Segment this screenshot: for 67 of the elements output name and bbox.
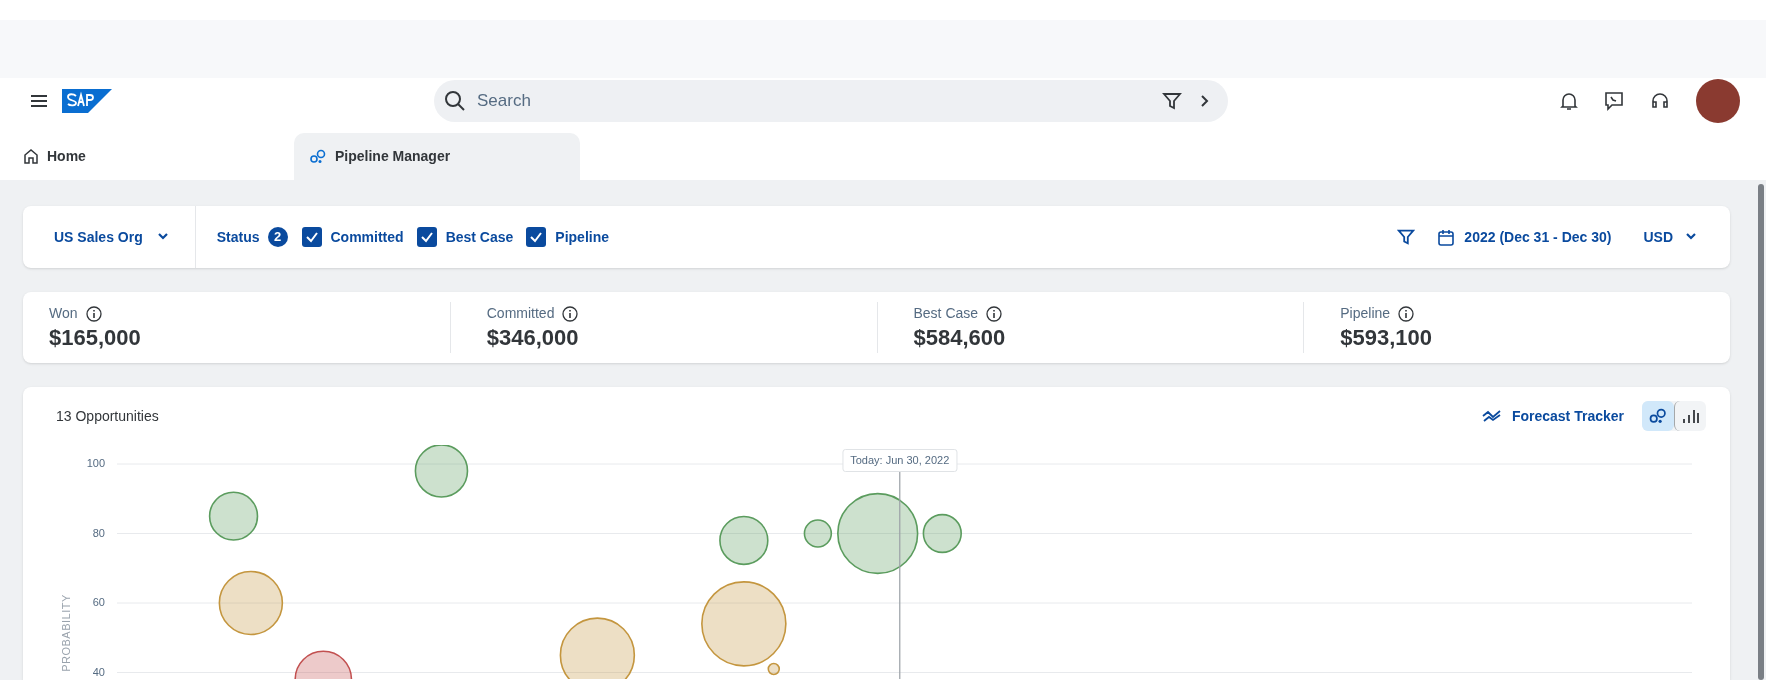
filter-icon[interactable] — [1397, 228, 1416, 246]
kpi-value: $346,000 — [486, 324, 580, 352]
trend-icon — [1481, 410, 1502, 422]
checkbox-label[interactable]: Committed — [330, 226, 404, 248]
opportunity-bubble[interactable] — [208, 491, 259, 541]
info-icon[interactable] — [1398, 305, 1415, 322]
opportunity-bubble[interactable] — [701, 581, 787, 667]
chevron-down-icon — [1685, 233, 1697, 241]
opportunity-bubble[interactable] — [294, 650, 353, 679]
checkmark-icon — [304, 231, 319, 243]
headset-icon[interactable] — [1650, 91, 1670, 111]
calendar-icon — [1438, 228, 1455, 246]
checkbox-label[interactable]: Best Case — [445, 226, 514, 248]
tab[interactable]: Pipeline Manager — [294, 133, 580, 180]
bubbles-icon — [1649, 408, 1667, 424]
opportunity-bubble[interactable] — [218, 570, 284, 636]
scrollbar[interactable] — [1758, 184, 1764, 680]
y-tick-label: 80 — [92, 526, 105, 539]
opportunity-bubble[interactable] — [414, 445, 469, 498]
y-axis-title: PROBABILITY — [60, 594, 72, 672]
checkmark-icon — [529, 231, 544, 243]
search-bar[interactable]: Search — [434, 80, 1228, 122]
bubbles-icon — [310, 149, 326, 164]
info-icon[interactable] — [986, 305, 1003, 322]
opportunity-bubble[interactable] — [767, 662, 781, 676]
info-icon[interactable] — [562, 305, 579, 322]
status-count-badge: 2 — [267, 227, 288, 247]
menu-icon[interactable] — [30, 94, 48, 108]
y-tick-label: 40 — [92, 665, 105, 678]
chat-icon[interactable] — [1604, 91, 1624, 111]
forecast-tracker-link[interactable]: Forecast Tracker — [1481, 405, 1624, 427]
checkbox-label[interactable]: Pipeline — [555, 226, 609, 248]
opportunity-count: 13 Opportunities — [56, 406, 159, 426]
bell-icon[interactable] — [1560, 91, 1578, 111]
checkbox[interactable] — [301, 227, 322, 247]
checkmark-icon — [419, 231, 434, 243]
sap-logo[interactable] — [62, 89, 112, 113]
status-label: Status — [216, 227, 260, 247]
today-label: Today: Jun 30, 2022 — [842, 449, 958, 472]
opportunity-bubble[interactable] — [719, 515, 769, 566]
chevron-down-icon — [156, 233, 169, 241]
y-tick-label: 100 — [86, 457, 105, 469]
bubble-view-button[interactable] — [1642, 401, 1674, 431]
info-icon[interactable] — [85, 305, 102, 322]
kpi-value: $584,600 — [913, 324, 1007, 352]
avatar[interactable] — [1696, 79, 1740, 123]
org-dropdown[interactable]: US Sales Org — [23, 206, 196, 268]
checkbox[interactable] — [416, 227, 437, 247]
checkbox[interactable] — [526, 227, 547, 247]
kpi-label: Pipeline — [1340, 304, 1391, 323]
bar-chart-icon — [1681, 408, 1700, 424]
filter-icon[interactable] — [1162, 91, 1182, 111]
search-icon — [444, 90, 466, 112]
kpi-label: Best Case — [913, 304, 979, 323]
kpi-value: $165,000 — [49, 324, 142, 352]
kpi-label: Committed — [486, 304, 555, 323]
period-picker[interactable]: 2022 (Dec 31 - Dec 30) — [1438, 226, 1612, 248]
chevron-right-icon[interactable] — [1200, 94, 1210, 108]
kpi-value: $593,100 — [1340, 324, 1433, 352]
kpi-label: Won — [49, 304, 78, 323]
currency-dropdown[interactable]: USD — [1643, 226, 1697, 248]
opportunity-bubble[interactable] — [803, 519, 833, 548]
y-tick-label: 60 — [92, 596, 105, 608]
opportunity-bubble[interactable] — [837, 492, 919, 575]
opportunity-bubble[interactable] — [922, 513, 962, 554]
home-icon — [24, 149, 38, 164]
opportunity-bubble[interactable] — [559, 617, 636, 679]
